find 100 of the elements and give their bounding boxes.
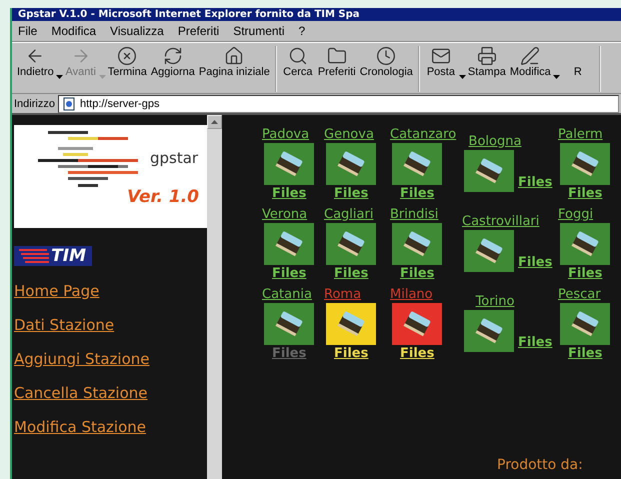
folder-icon xyxy=(326,46,347,66)
menu-item[interactable]: ? xyxy=(298,24,306,38)
address-label: Indirizzo xyxy=(14,98,55,110)
menu-item[interactable]: Preferiti xyxy=(178,24,220,38)
toolbar-button[interactable]: Pagina iniziale xyxy=(196,46,272,92)
station-link[interactable]: Bologna xyxy=(462,134,558,150)
server-icon xyxy=(274,151,304,177)
files-link[interactable]: Files xyxy=(400,185,434,203)
station-tile[interactable] xyxy=(264,143,314,185)
printer-icon xyxy=(476,46,497,66)
nav-link[interactable]: Modifica Stazione xyxy=(14,418,207,436)
server-icon xyxy=(402,311,432,337)
server-icon xyxy=(336,151,366,177)
files-link[interactable]: Files xyxy=(400,345,434,363)
files-link[interactable]: Files xyxy=(272,185,306,203)
station-tile[interactable] xyxy=(326,303,376,345)
station-link[interactable]: Torino xyxy=(462,294,558,310)
files-link[interactable]: Files xyxy=(568,185,602,203)
station-link[interactable]: Castrovillari xyxy=(462,214,558,230)
station-link[interactable]: Palerm xyxy=(558,127,603,143)
station-link[interactable]: Foggi xyxy=(558,207,594,223)
credits-label: Prodotto da: xyxy=(497,457,583,473)
logo-text: gpstar xyxy=(150,149,198,167)
nav-link[interactable]: Cancella Stazione xyxy=(14,384,207,402)
server-icon xyxy=(474,318,504,344)
server-icon xyxy=(570,151,600,177)
station-tile[interactable] xyxy=(326,143,376,185)
station-link[interactable]: Milano xyxy=(390,287,433,303)
toolbar-button[interactable]: R xyxy=(560,46,596,92)
station-tile[interactable] xyxy=(392,223,442,265)
up-arrow-icon xyxy=(211,120,218,124)
station-link[interactable]: Roma xyxy=(324,287,362,303)
files-link[interactable]: Files xyxy=(568,345,602,363)
station-tile[interactable] xyxy=(560,223,610,265)
server-icon xyxy=(274,231,304,257)
station-tile[interactable] xyxy=(326,223,376,265)
station-tile[interactable] xyxy=(560,143,610,185)
station-tile[interactable] xyxy=(464,310,514,352)
server-icon xyxy=(402,151,432,177)
files-link[interactable]: Files xyxy=(518,254,552,272)
toolbar-button[interactable]: Posta xyxy=(422,46,459,92)
clock-icon xyxy=(376,46,396,66)
station-link[interactable]: Genova xyxy=(324,127,374,143)
station-link[interactable]: Catanzaro xyxy=(390,127,456,143)
menu-item[interactable]: File xyxy=(18,24,38,38)
files-link[interactable]: Files xyxy=(518,174,552,192)
files-link[interactable]: Files xyxy=(334,265,368,283)
stop-icon xyxy=(117,46,138,66)
station-link[interactable]: Pescar xyxy=(558,287,601,303)
station-link[interactable]: Catania xyxy=(262,287,312,303)
menu-item[interactable]: Strumenti xyxy=(233,24,285,38)
menu-item[interactable]: Visualizza xyxy=(110,24,164,38)
station-tile[interactable] xyxy=(264,303,314,345)
toolbar-button[interactable]: Stampa xyxy=(466,46,508,92)
home-icon xyxy=(224,46,244,66)
server-icon xyxy=(474,158,504,184)
toolbar-button[interactable]: Modifica xyxy=(508,46,553,92)
mail-icon xyxy=(430,46,451,66)
station-tile[interactable] xyxy=(392,143,442,185)
files-link[interactable]: Files xyxy=(400,265,434,283)
toolbar-button[interactable]: Cerca xyxy=(280,46,316,92)
station-tile[interactable] xyxy=(560,303,610,345)
station-link[interactable]: Cagliari xyxy=(324,207,374,223)
toolbar-button[interactable]: Termina xyxy=(106,46,149,92)
scroll-up-button[interactable] xyxy=(207,115,222,129)
dropdown-caret-icon[interactable] xyxy=(458,75,466,79)
version-label: Ver. 1.0 xyxy=(127,187,199,207)
station-link[interactable]: Brindisi xyxy=(390,207,438,223)
server-icon xyxy=(336,231,366,257)
toolbar-button[interactable]: Aggiorna xyxy=(148,46,197,92)
dropdown-caret-icon[interactable] xyxy=(552,75,560,79)
station-link[interactable]: Verona xyxy=(262,207,308,223)
files-link[interactable]: Files xyxy=(272,265,306,283)
station-tile[interactable] xyxy=(464,230,514,272)
files-link[interactable]: Files xyxy=(334,185,368,203)
page-icon xyxy=(62,96,76,110)
station-tile[interactable] xyxy=(392,303,442,345)
toolbar-button[interactable]: Cronologia xyxy=(358,46,415,92)
server-icon xyxy=(570,231,600,257)
nav-link[interactable]: Home Page xyxy=(14,282,207,300)
nav-link[interactable]: Aggiungi Stazione xyxy=(14,350,207,368)
server-icon xyxy=(274,311,304,337)
dropdown-caret-icon[interactable] xyxy=(56,75,63,79)
server-icon xyxy=(570,311,600,337)
nav-link[interactable]: Dati Stazione xyxy=(14,316,207,334)
server-icon xyxy=(402,231,432,257)
tim-text: TIM xyxy=(51,246,86,266)
files-link[interactable]: Files xyxy=(334,345,368,363)
toolbar-button[interactable]: Indietro xyxy=(15,46,56,92)
station-tile[interactable] xyxy=(464,150,514,192)
toolbar-button[interactable]: Preferiti xyxy=(316,46,358,92)
address-field[interactable]: http://server-gps xyxy=(58,94,619,112)
files-link[interactable]: Files xyxy=(568,265,602,283)
refresh-icon xyxy=(162,46,183,66)
station-tile[interactable] xyxy=(264,223,314,265)
station-link[interactable]: Padova xyxy=(262,127,310,143)
server-icon xyxy=(474,238,504,264)
menu-item[interactable]: Modifica xyxy=(51,24,96,38)
files-link[interactable]: Files xyxy=(518,334,552,352)
window-title: Gpstar V.1.0 - Microsoft Internet Explorer fornito da TIM Spa xyxy=(12,8,621,21)
